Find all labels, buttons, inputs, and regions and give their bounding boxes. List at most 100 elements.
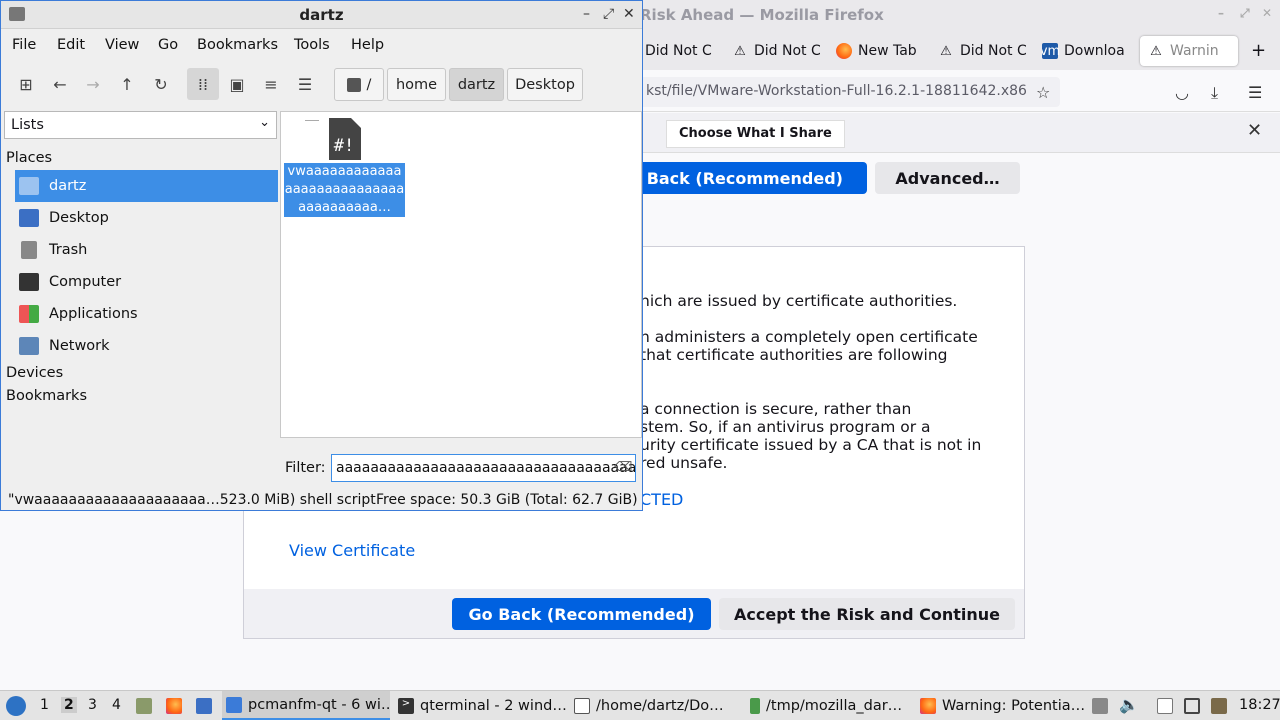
menu-tools[interactable]: Tools [294,37,330,53]
firefox-launcher-icon[interactable] [166,698,182,714]
breadcrumb-desktop[interactable]: Desktop [507,68,583,101]
tab-new-tab[interactable]: New Tab [836,36,926,66]
clear-filter-icon[interactable]: ⌫ [614,460,632,475]
menu-go[interactable]: Go [158,37,178,53]
advanced-text-line: stem. So, if an antivirus program or a [640,418,931,436]
breadcrumb-home[interactable]: home [387,68,446,101]
tab-warning-active[interactable]: ⚠ Warnin [1140,36,1238,66]
sidebar-item-network[interactable]: Network [15,330,278,362]
desktop-switch-1[interactable]: 1 [40,697,49,713]
advanced-text-line: a connection is secure, rather than [640,400,912,418]
menu-view[interactable]: View [105,37,139,53]
up-icon[interactable]: ↑ [111,68,143,100]
close-icon[interactable]: ✕ [1262,6,1272,20]
sidebar-item-label: dartz [49,178,87,194]
close-icon[interactable]: ✕ [1247,120,1262,141]
maximize-icon[interactable]: ⤢ [603,6,614,22]
tab-did-not-connect-3[interactable]: ⚠ Did Not C [938,36,1026,66]
statusbar: "vwaaaaaaaaaaaaaaaaaaaa…523.0 MiB) shell… [1,490,642,510]
breadcrumb-root[interactable]: / [334,68,384,101]
file-manager-titlebar[interactable]: dartz – ⤢ ✕ [1,1,642,29]
tab-label: Downloa [1064,43,1125,59]
task-firefox[interactable]: Warning: Potentia… [920,691,1088,720]
firefox-icon [920,697,936,714]
bookmarks-header[interactable]: Bookmarks [6,388,87,404]
show-desktop-icon[interactable] [196,698,212,714]
sidebar-item-label: Desktop [49,210,109,226]
task-text-editor[interactable]: /home/dartz/Do… [574,691,742,720]
filter-label: Filter: [285,460,326,476]
clock[interactable]: 18:27 [1239,697,1280,713]
thumbnail-view-icon[interactable]: ▣ [221,68,253,100]
places-header[interactable]: Places [6,150,52,166]
window-title: dartz [299,6,344,24]
task-archive[interactable]: /tmp/mozilla_dar… [750,691,916,720]
warning-icon: ⚠ [940,43,952,59]
shell-script-file-icon[interactable]: #! [327,118,361,160]
close-icon[interactable]: ✕ [623,6,635,22]
error-code-link[interactable]: CTED [640,490,683,509]
menu-bookmarks[interactable]: Bookmarks [197,37,278,53]
tab-did-not-connect-1[interactable]: Did Not C [645,36,717,66]
advanced-button[interactable]: Advanced… [875,162,1020,194]
view-certificate-link[interactable]: View Certificate [289,541,415,560]
accept-risk-button[interactable]: Accept the Risk and Continue [719,598,1015,630]
file-view[interactable] [280,111,642,438]
downloads-icon[interactable]: ⤓ [1211,83,1218,103]
new-tab-button[interactable]: + [1251,40,1266,61]
screen-icon[interactable] [1184,698,1200,714]
advanced-text-line: red unsafe. [640,454,728,472]
devices-header[interactable]: Devices [6,365,63,381]
new-tab-icon[interactable]: ⊞ [10,68,42,100]
detailed-view-icon[interactable]: ☰ [289,68,321,100]
compact-view-icon[interactable]: ≡ [255,68,287,100]
task-pcmanfm[interactable]: pcmanfm-qt - 6 wi… [222,691,390,720]
desktop-switch-2[interactable]: 2 [61,697,77,713]
sidebar-item-desktop[interactable]: Desktop [15,202,278,234]
menu-file[interactable]: File [12,37,36,53]
start-menu-icon[interactable] [6,696,26,716]
tab-download[interactable]: vm Downloa [1042,36,1128,66]
tab-did-not-connect-2[interactable]: ⚠ Did Not C [732,36,820,66]
clipboard-icon[interactable] [1157,698,1173,714]
vmware-icon: vm [1042,43,1061,59]
file-manager-launcher-icon[interactable] [136,698,152,714]
sidebar-item-computer[interactable]: Computer [15,266,278,298]
menu-icon[interactable]: ☰ [1248,83,1262,102]
icon-view-icon[interactable]: ⁞⁞ [187,68,219,100]
advanced-text-line: that certificate authorities are followi… [640,346,948,364]
choose-what-i-share-button[interactable]: Choose What I Share [666,120,845,148]
file-name-label[interactable]: vwaaaaaaaaaaaaaaaaaaaaaaaaaaaaaaaaaaaaa… [284,163,405,217]
firefox-window-title: Risk Ahead — Mozilla Firefox [640,6,884,24]
desktop-icon [19,209,39,227]
side-pane-mode-select[interactable]: Lists ⌄ [4,111,277,139]
forward-icon[interactable]: → [77,68,109,100]
bookmark-star-icon[interactable]: ☆ [1036,83,1050,102]
sidebar-item-dartz[interactable]: dartz [15,170,278,202]
minimize-icon[interactable]: – [583,6,590,22]
filter-input[interactable]: aaaaaaaaaaaaaaaaaaaaaaaaaaaaaaaaaaa [331,454,636,482]
back-icon[interactable]: ← [44,68,76,100]
warning-icon: ⚠ [734,43,746,59]
computer-icon [19,273,39,291]
network-tray-icon[interactable] [1211,698,1227,714]
reload-icon[interactable]: ↻ [145,68,177,100]
minimize-icon[interactable]: – [1218,6,1224,20]
go-back-button[interactable]: Go Back (Recommended) [452,598,711,630]
tray-update-icon[interactable] [1092,698,1108,714]
menu-edit[interactable]: Edit [57,37,85,53]
volume-icon[interactable]: 🔈 [1119,695,1139,714]
menu-help[interactable]: Help [351,37,384,53]
status-free-space: Free space: 50.3 GiB (Total: 62.7 GiB) [376,492,638,508]
sidebar-item-applications[interactable]: Applications [15,298,278,330]
task-qterminal[interactable]: > qterminal - 2 wind… [398,691,566,720]
pocket-icon[interactable]: ◡ [1175,83,1189,102]
path-toggle-icon[interactable] [346,77,361,92]
maximize-icon[interactable]: ⤢ [1240,6,1250,21]
sidebar-item-trash[interactable]: Trash [15,234,278,266]
breadcrumb-label: / [366,76,372,93]
breadcrumb-dartz[interactable]: dartz [449,68,504,101]
go-back-top-button[interactable]: o Back (Recommended) [620,162,867,194]
desktop-switch-4[interactable]: 4 [112,697,121,713]
desktop-switch-3[interactable]: 3 [88,697,97,713]
